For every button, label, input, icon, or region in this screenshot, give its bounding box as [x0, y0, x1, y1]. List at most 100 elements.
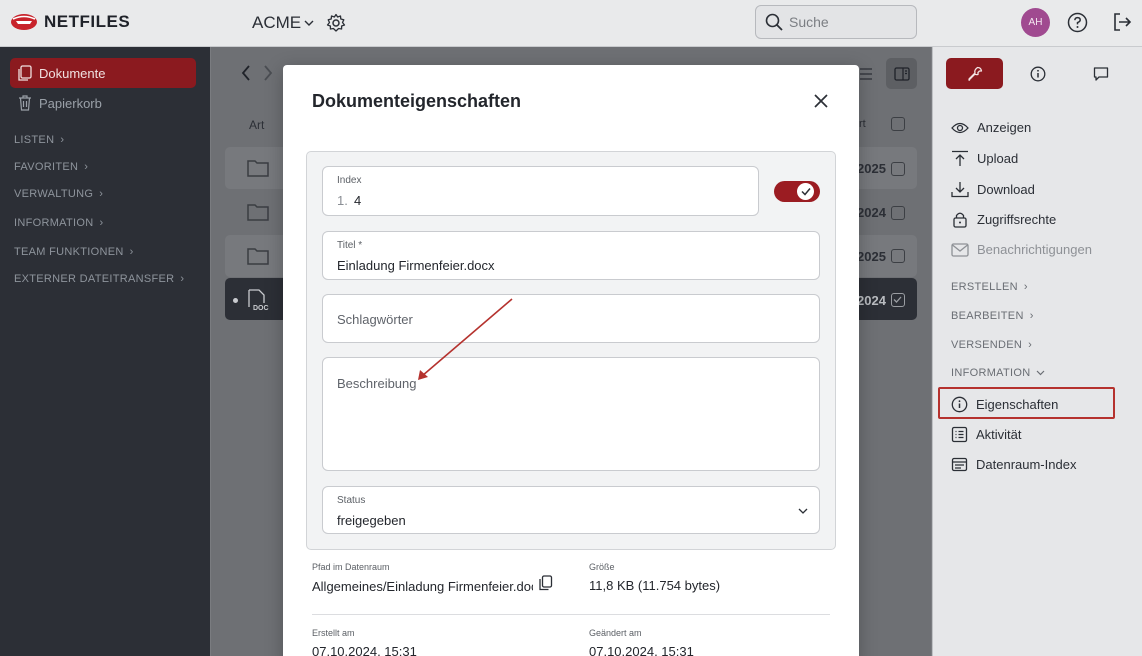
sidebar-section-externer-dateitransfer[interactable]: EXTERNER DATEITRANSFER ›: [14, 273, 184, 285]
created-value: 07.10.2024, 15:31: [312, 644, 417, 656]
workspace-switcher[interactable]: ACME: [252, 13, 314, 33]
info-item-datenraum-index[interactable]: Datenraum-Index: [951, 456, 1076, 473]
info-icon: [951, 396, 968, 413]
status-select[interactable]: Status freigegeben: [322, 486, 820, 534]
documents-icon: [18, 65, 32, 81]
sidebar-panel-icon: [893, 66, 910, 81]
row-date: 2025: [857, 249, 886, 264]
keywords-placeholder: Schlagwörter: [337, 312, 413, 327]
workspace-name: ACME: [252, 13, 302, 32]
title-field[interactable]: Titel * Einladung Firmenfeier.docx: [322, 231, 820, 280]
action-download[interactable]: Download: [951, 181, 1035, 198]
mail-icon: [951, 242, 969, 257]
field-label: Index: [337, 175, 362, 186]
chevron-right-icon: ›: [99, 217, 104, 229]
row-checkbox[interactable]: [891, 249, 905, 263]
avatar[interactable]: AH: [1021, 8, 1050, 37]
action-zugriffsrechte[interactable]: Zugriffsrechte: [951, 211, 1056, 228]
row-checkbox-checked[interactable]: [891, 293, 905, 307]
section-information[interactable]: INFORMATION: [951, 367, 1045, 379]
column-header-art[interactable]: Art: [249, 118, 264, 132]
index-icon: [951, 457, 968, 472]
chevron-right-icon: ›: [1029, 310, 1034, 322]
search-input[interactable]: [789, 14, 899, 30]
sidebar-section-listen[interactable]: LISTEN ›: [14, 134, 64, 146]
comment-icon: [1093, 66, 1108, 81]
tab-comments[interactable]: [1072, 58, 1129, 89]
forward-button[interactable]: [262, 64, 274, 87]
divider: [312, 614, 830, 615]
row-checkbox[interactable]: [891, 206, 905, 220]
sidebar-section-information[interactable]: INFORMATION ›: [14, 217, 103, 229]
action-anzeigen[interactable]: Anzeigen: [951, 120, 1031, 135]
list-icon: [860, 68, 872, 80]
panel-toggle-button[interactable]: [886, 58, 917, 89]
chevron-down-icon: [798, 508, 808, 514]
help-button[interactable]: [1067, 12, 1088, 38]
copy-path-button[interactable]: [538, 575, 553, 596]
folder-icon: [247, 204, 269, 221]
list-view-button[interactable]: [860, 67, 872, 86]
action-label: Benachrichtigungen: [977, 242, 1092, 257]
sidebar-item-label: Dokumente: [39, 65, 106, 81]
info-item-label: Eigenschaften: [976, 397, 1059, 412]
info-item-label: Aktivität: [976, 427, 1022, 442]
sidebar: Dokumente Papierkorb LISTEN › FAVORITEN › …: [0, 47, 210, 656]
created-label: Erstellt am: [312, 628, 355, 638]
section-label: LISTEN: [14, 134, 55, 146]
sidebar-item-dokumente[interactable]: Dokumente: [10, 58, 196, 88]
action-upload[interactable]: Upload: [951, 150, 1018, 167]
logo[interactable]: NETFILES: [10, 12, 130, 32]
index-field[interactable]: Index 1. 4: [322, 166, 759, 216]
chevron-right-icon: ›: [60, 134, 65, 146]
top-header: [0, 0, 1142, 47]
wrench-icon: [967, 66, 982, 81]
row-date: 2025: [857, 161, 886, 176]
sidebar-section-favoriten[interactable]: FAVORITEN ›: [14, 161, 88, 173]
section-bearbeiten[interactable]: BEARBEITEN ›: [951, 310, 1034, 322]
sidebar-section-verwaltung[interactable]: VERWALTUNG ›: [14, 188, 103, 200]
netfiles-logo-icon: [11, 14, 37, 30]
column-header-date[interactable]: rt: [859, 118, 866, 130]
select-all-checkbox[interactable]: [891, 117, 905, 131]
chevron-right-icon: [264, 65, 273, 81]
sidebar-item-papierkorb[interactable]: Papierkorb: [10, 95, 102, 111]
description-field[interactable]: Beschreibung: [322, 357, 820, 471]
field-label: Status: [337, 495, 366, 506]
chevron-right-icon: ›: [99, 188, 104, 200]
path-label: Pfad im Datenraum: [312, 562, 390, 572]
section-erstellen[interactable]: ERSTELLEN ›: [951, 281, 1028, 293]
path-value-container: Allgemeines/Einladung Firmenfeier.docx: [312, 578, 533, 596]
trash-icon: [19, 95, 31, 111]
section-versenden[interactable]: VERSENDEN ›: [951, 339, 1032, 351]
section-label: VERSENDEN: [951, 339, 1023, 351]
sidebar-item-label: Papierkorb: [39, 95, 102, 111]
close-button[interactable]: [813, 93, 829, 114]
action-label: Upload: [977, 151, 1019, 166]
size-value: 11,8 KB (11.754 bytes): [589, 578, 721, 593]
tab-info[interactable]: [1009, 58, 1066, 89]
section-label: BEARBEITEN: [951, 310, 1024, 322]
path-value: Allgemeines/Einladung Firmenfeier.docx: [312, 579, 533, 594]
copy-icon: [539, 575, 553, 591]
logout-button[interactable]: [1112, 12, 1132, 37]
eye-icon: [951, 122, 969, 133]
back-button[interactable]: [240, 64, 252, 87]
settings-button[interactable]: [326, 13, 346, 38]
search-box[interactable]: [755, 5, 917, 39]
chevron-right-icon: ›: [84, 161, 89, 173]
action-label: Zugriffsrechte: [977, 212, 1057, 227]
sidebar-section-team-funktionen[interactable]: TEAM FUNKTIONEN ›: [14, 246, 134, 258]
keywords-field[interactable]: Schlagwörter: [322, 294, 820, 343]
tab-tools[interactable]: [946, 58, 1003, 89]
download-icon: [951, 182, 969, 198]
section-label: EXTERNER DATEITRANSFER: [14, 273, 175, 285]
info-item-eigenschaften[interactable]: Eigenschaften: [951, 396, 1058, 413]
folder-icon: [247, 248, 269, 265]
search-icon: [765, 13, 783, 31]
logout-icon: [1114, 13, 1132, 31]
chevron-right-icon: ›: [180, 273, 185, 285]
row-checkbox[interactable]: [891, 162, 905, 176]
info-item-aktivitaet[interactable]: Aktivität: [951, 426, 1022, 443]
chevron-left-icon: [241, 65, 250, 81]
